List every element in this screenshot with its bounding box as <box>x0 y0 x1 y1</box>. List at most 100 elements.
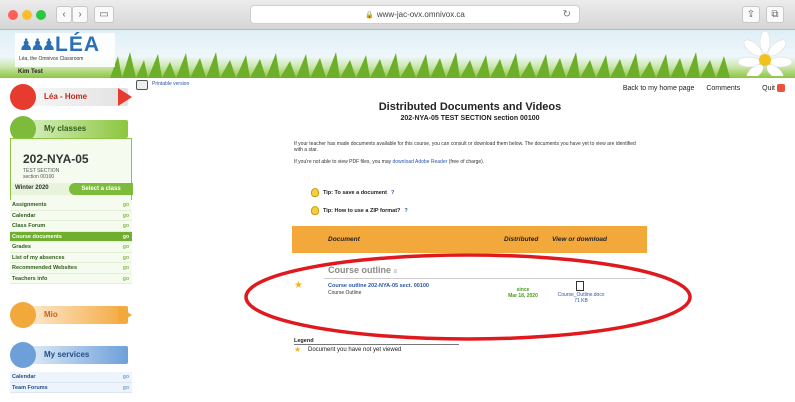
daisy-decoration <box>737 32 793 76</box>
menu-item-grades[interactable]: Grades go <box>10 242 132 253</box>
menu-label: Recommended Websites <box>12 265 78 271</box>
document-title-link[interactable]: Course outline 202-NYA-05 sect. 00100 <box>328 283 429 289</box>
services-icon <box>10 342 36 368</box>
pdf-note-suffix: (free of charge). <box>447 159 485 165</box>
tab-mio[interactable]: Mio <box>10 302 132 328</box>
header-banner: ♟♟♟ LÉA Léa, the Omnivox Classroom Kim T… <box>0 30 795 78</box>
printable-version-link[interactable]: Printable version <box>136 80 206 94</box>
printable-label: Printable version <box>152 81 190 87</box>
printer-icon <box>136 80 148 90</box>
share-icon: ⇪ <box>746 9 756 20</box>
lea-logo[interactable]: ♟♟♟ LÉA Léa, the Omnivox Classroom <box>15 33 115 67</box>
back-button[interactable]: ‹ <box>56 6 72 23</box>
document-file-icon[interactable] <box>576 281 584 291</box>
tab-lea-home[interactable]: Léa - Home <box>10 84 132 110</box>
unviewed-star-icon: ★ <box>294 280 303 291</box>
go-icon: go <box>122 244 129 250</box>
menu-label: List of my absences <box>12 254 65 261</box>
go-icon: go <box>122 265 129 271</box>
share-button[interactable]: ⇪ <box>742 6 760 23</box>
legend-divider <box>294 344 459 345</box>
menu-item-recommended-websites[interactable]: Recommended Websites go <box>10 263 132 274</box>
tab-ribbon <box>24 306 128 324</box>
tip-label: Tip: To save a document <box>323 189 387 196</box>
tip-label: Tip: How to use a ZIP format? <box>323 207 401 214</box>
zoom-window-button[interactable] <box>36 10 46 20</box>
sidebar-toggle-button[interactable]: ▭ <box>94 6 114 23</box>
sidebar: Léa - Home My classes 202-NYA-05 TEST SE… <box>10 80 133 402</box>
services-item-team-forums[interactable]: Team Forums go <box>10 382 132 393</box>
go-icon: go <box>122 374 129 380</box>
tab-label: My classes <box>44 124 87 133</box>
file-download-link[interactable]: Course_Outline.docx 71 KB <box>552 292 610 304</box>
menu-item-teachers-info[interactable]: Teachers info go <box>10 273 132 284</box>
minimize-window-button[interactable] <box>22 10 32 20</box>
people-logo-icon: ♟♟♟ <box>19 37 56 54</box>
menu-label: Calendar <box>12 212 36 219</box>
section-title-marker: ≡ <box>393 269 398 275</box>
menu-label: Team Forums <box>12 384 48 391</box>
documents-table-header: Document Distributed View or download <box>292 226 647 253</box>
section-course-outline[interactable]: Course outline ≡ <box>328 265 397 275</box>
class-section-number: section 00100 <box>23 174 55 180</box>
back-home-link[interactable]: Back to my home page <box>623 85 695 92</box>
intro-text: If your teacher has made documents avail… <box>294 141 636 153</box>
browser-toolbar: ‹ › ▭ 🔒 www-jac-ovx.omnivox.ca ↻ ⇪ ⧉ <box>0 0 795 30</box>
menu-label: Class Forum <box>12 223 46 229</box>
close-window-button[interactable] <box>8 10 18 20</box>
pdf-note: If you're not able to view PDF files, yo… <box>294 159 644 165</box>
download-adobe-link[interactable]: download Adobe Reader <box>393 159 448 165</box>
help-icon[interactable]: ? <box>391 190 394 196</box>
quit-icon <box>777 84 785 92</box>
quit-link[interactable]: Quit <box>752 84 785 92</box>
legend-text: Document you have not yet viewed <box>308 347 402 353</box>
go-icon: go <box>122 212 129 219</box>
menu-label: Calendar <box>12 374 36 380</box>
user-name: Kim Test <box>18 69 43 75</box>
tab-my-services[interactable]: My services <box>10 342 132 368</box>
semester-bar: Winter 2020 Select a class <box>11 183 133 195</box>
quit-label: Quit <box>762 84 775 92</box>
distributed-date: since Mar 18, 2020 <box>502 287 544 299</box>
select-class-button[interactable]: Select a class <box>69 183 133 195</box>
tip-save-document[interactable]: Tip: To save a document? <box>311 188 394 197</box>
tab-label: Mio <box>44 310 58 319</box>
comments-link[interactable]: Comments <box>706 85 740 92</box>
tabs-button[interactable]: ⧉ <box>766 6 784 23</box>
page-subtitle: 202-NYA-05 TEST SECTION section 00100 <box>400 115 540 122</box>
services-item-calendar[interactable]: Calendar go <box>10 372 132 383</box>
menu-item-absences[interactable]: List of my absences go <box>10 252 132 263</box>
document-subtitle: Course Outline <box>328 290 362 296</box>
section-divider <box>324 278 646 279</box>
mail-icon <box>10 302 36 328</box>
tip-zip-format[interactable]: Tip: How to use a ZIP format?? <box>311 206 408 215</box>
chevron-left-icon: ‹ <box>62 9 66 20</box>
since-date: Mar 18, 2020 <box>508 293 538 299</box>
class-code: 202-NYA-05 <box>23 152 89 166</box>
pdf-note-prefix: If you're not able to view PDF files, yo… <box>294 159 393 165</box>
menu-item-calendar[interactable]: Calendar go <box>10 210 132 221</box>
menu-item-assignments[interactable]: Assignments go <box>10 200 132 211</box>
sidebar-icon: ▭ <box>99 9 109 20</box>
go-icon: go <box>122 233 129 240</box>
forward-button[interactable]: › <box>72 6 88 23</box>
arrow-right-icon <box>118 306 132 324</box>
reload-icon[interactable]: ↻ <box>563 6 571 23</box>
menu-label: Grades <box>12 244 31 250</box>
tabs-icon: ⧉ <box>771 9 779 20</box>
logo-subtitle: Léa, the Omnivox Classroom <box>19 56 84 62</box>
file-size: 71 KB <box>574 298 588 304</box>
address-bar[interactable]: 🔒 www-jac-ovx.omnivox.ca ↻ <box>250 5 580 24</box>
menu-item-course-documents[interactable]: Course documents go <box>10 231 132 242</box>
semester-label: Winter 2020 <box>15 185 49 191</box>
column-document: Document <box>328 236 360 243</box>
tab-label: Léa - Home <box>44 92 88 101</box>
class-section: TEST SECTION section 00100 <box>23 168 59 180</box>
section-title: Course outline <box>328 265 392 275</box>
go-icon: go <box>122 384 129 391</box>
menu-item-class-forum[interactable]: Class Forum go <box>10 221 132 232</box>
column-view-download: View or download <box>552 236 608 243</box>
help-icon[interactable]: ? <box>404 208 407 214</box>
menu-label: Assignments <box>12 202 47 208</box>
home-icon <box>10 84 36 110</box>
